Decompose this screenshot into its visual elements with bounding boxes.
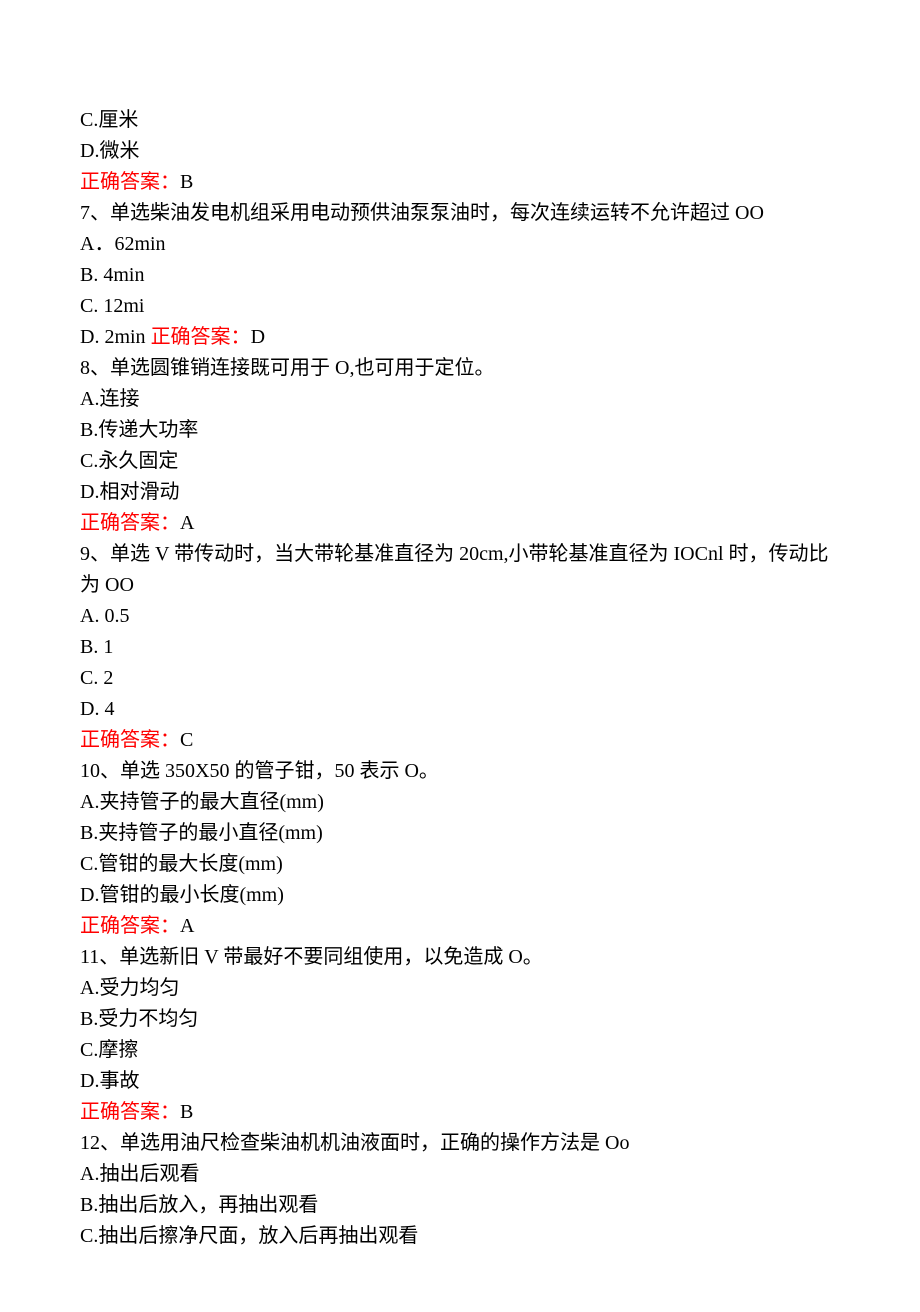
line-text: A.夹持管子的最大直径(mm) [80, 791, 324, 813]
answer-value: A [180, 915, 194, 937]
text-line: B.夹持管子的最小直径(mm) [80, 818, 840, 849]
line-text: 12、单选用油尺检查柴油机机油液面时，正确的操作方法是 Oo [80, 1132, 629, 1154]
line-text: A.抽出后观看 [80, 1163, 199, 1185]
text-line: A.受力均匀 [80, 973, 840, 1004]
answer-value: C [180, 729, 193, 751]
answer-value: A [180, 512, 194, 534]
line-text: A. 0.5 [80, 605, 129, 627]
line-text: B. 4min [80, 264, 144, 286]
text-line: A.连接 [80, 384, 840, 415]
line-text: B. 1 [80, 636, 113, 658]
answer-value: D [251, 326, 265, 348]
line-text: 9、单选 V 带传动时，当大带轮基准直径为 20cm,小带轮基准直径为 IOCn… [80, 543, 829, 596]
line-text: C.管钳的最大长度(mm) [80, 853, 283, 875]
text-line: C.管钳的最大长度(mm) [80, 849, 840, 880]
line-text: D.相对滑动 [80, 481, 179, 503]
text-line: D. 2min 正确答案：D [80, 322, 840, 353]
text-line: C.厘米 [80, 105, 840, 136]
text-line: B. 1 [80, 632, 840, 663]
answer-value: B [180, 1101, 193, 1123]
text-line: 12、单选用油尺检查柴油机机油液面时，正确的操作方法是 Oo [80, 1128, 840, 1159]
line-text: B.夹持管子的最小直径(mm) [80, 822, 323, 844]
text-line: C.摩擦 [80, 1035, 840, 1066]
text-line: 正确答案：C [80, 725, 840, 756]
text-line: 10、单选 350X50 的管子钳，50 表示 O。 [80, 756, 840, 787]
text-line: C. 12mi [80, 291, 840, 322]
line-text: C.摩擦 [80, 1039, 138, 1061]
text-line: B.抽出后放入，再抽出观看 [80, 1190, 840, 1221]
line-text: 10、单选 350X50 的管子钳，50 表示 O。 [80, 760, 439, 782]
text-line: 8、单选圆锥销连接既可用于 O,也可用于定位。 [80, 353, 840, 384]
line-text: 11、单选新旧 V 带最好不要同组使用，以免造成 O。 [80, 946, 543, 968]
line-text: 8、单选圆锥销连接既可用于 O,也可用于定位。 [80, 357, 494, 379]
answer-label: 正确答案： [80, 1101, 180, 1123]
line-text: B.受力不均匀 [80, 1008, 198, 1030]
document-page: C.厘米D.微米正确答案：B7、单选柴油发电机组采用电动预供油泵泵油时，每次连续… [0, 0, 920, 1312]
text-line: B.受力不均匀 [80, 1004, 840, 1035]
line-text: D.微米 [80, 140, 139, 162]
line-text: A.受力均匀 [80, 977, 179, 999]
answer-label: 正确答案： [151, 326, 251, 348]
text-line: 9、单选 V 带传动时，当大带轮基准直径为 20cm,小带轮基准直径为 IOCn… [80, 539, 840, 601]
text-line: C.抽出后擦净尺面，放入后再抽出观看 [80, 1221, 840, 1252]
text-line: 7、单选柴油发电机组采用电动预供油泵泵油时，每次连续运转不允许超过 OO [80, 198, 840, 229]
text-line: C. 2 [80, 663, 840, 694]
text-line: A．62min [80, 229, 840, 260]
line-text: D.管钳的最小长度(mm) [80, 884, 284, 906]
line-text: C.抽出后擦净尺面，放入后再抽出观看 [80, 1225, 418, 1247]
text-line: D.事故 [80, 1066, 840, 1097]
line-text: C.厘米 [80, 109, 138, 131]
line-text: D. 4 [80, 698, 114, 720]
text-line: A.抽出后观看 [80, 1159, 840, 1190]
text-line: D.相对滑动 [80, 477, 840, 508]
text-line: 正确答案：B [80, 167, 840, 198]
text-line: D.微米 [80, 136, 840, 167]
line-text: A．62min [80, 233, 166, 255]
line-text: B.传递大功率 [80, 419, 198, 441]
text-line: A.夹持管子的最大直径(mm) [80, 787, 840, 818]
text-line: A. 0.5 [80, 601, 840, 632]
line-text: D. 2min [80, 326, 151, 348]
line-text: D.事故 [80, 1070, 139, 1092]
text-line: 正确答案：B [80, 1097, 840, 1128]
answer-value: B [180, 171, 193, 193]
line-text: C. 12mi [80, 295, 144, 317]
text-line: D.管钳的最小长度(mm) [80, 880, 840, 911]
answer-label: 正确答案： [80, 915, 180, 937]
answer-label: 正确答案： [80, 512, 180, 534]
text-line: D. 4 [80, 694, 840, 725]
text-line: 11、单选新旧 V 带最好不要同组使用，以免造成 O。 [80, 942, 840, 973]
line-text: 7、单选柴油发电机组采用电动预供油泵泵油时，每次连续运转不允许超过 OO [80, 202, 764, 224]
answer-label: 正确答案： [80, 729, 180, 751]
text-line: 正确答案：A [80, 911, 840, 942]
answer-label: 正确答案： [80, 171, 180, 193]
text-line: B. 4min [80, 260, 840, 291]
line-text: C. 2 [80, 667, 113, 689]
line-text: B.抽出后放入，再抽出观看 [80, 1194, 318, 1216]
text-line: C.永久固定 [80, 446, 840, 477]
line-text: A.连接 [80, 388, 139, 410]
text-line: B.传递大功率 [80, 415, 840, 446]
line-text: C.永久固定 [80, 450, 178, 472]
text-line: 正确答案：A [80, 508, 840, 539]
